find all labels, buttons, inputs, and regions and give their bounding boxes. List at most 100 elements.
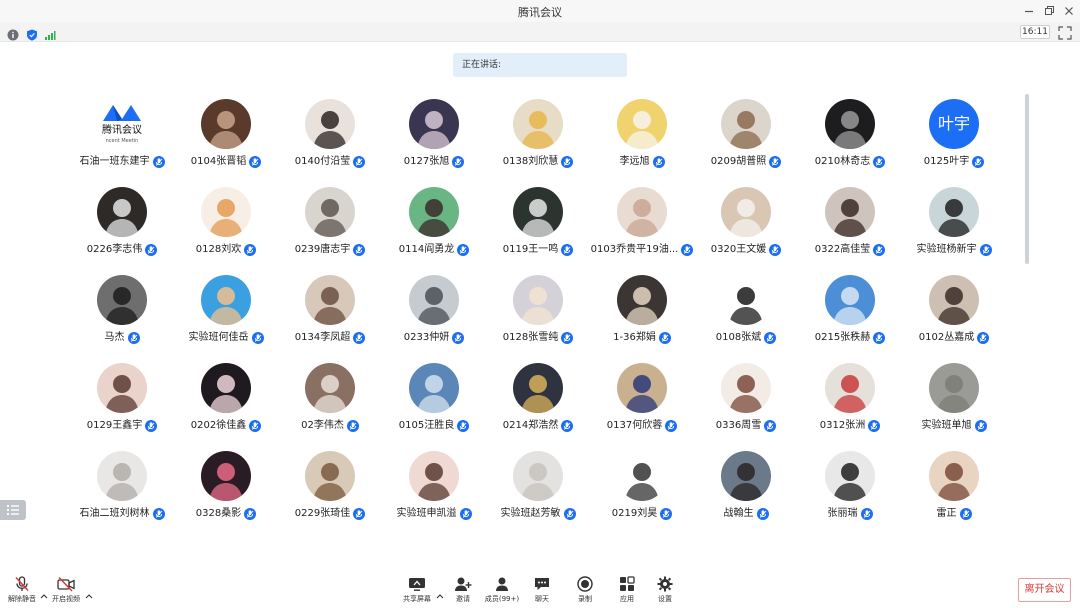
participant-name: 马杰 <box>104 332 125 343</box>
participant-name: 0105汪胜良 <box>398 420 455 431</box>
participant-tile[interactable]: 0210林奇志 <box>798 99 902 175</box>
participant-tile[interactable]: 0336周雪 <box>694 363 798 439</box>
participant-tile[interactable]: 0138刘欣慧 <box>486 99 590 175</box>
participant-tile[interactable]: 0119王一鸣 <box>486 187 590 263</box>
avatar <box>617 99 667 149</box>
participant-tile[interactable]: 1-36郑娟 <box>590 275 694 351</box>
participant-tile[interactable]: 实验班杨新宇 <box>902 187 1006 263</box>
participant-tile[interactable]: 实验班申凯溢 <box>382 451 486 527</box>
record-button[interactable]: 录制 <box>565 576 605 606</box>
info-icon[interactable] <box>7 26 19 41</box>
participant-tile[interactable]: 0312张洲 <box>798 363 902 439</box>
participant-tile[interactable]: 0103乔贵平19油... <box>590 187 694 263</box>
unmute-button[interactable]: 解除静音 <box>2 576 42 606</box>
participant-tile[interactable]: 李远旭 <box>590 99 694 175</box>
avatar <box>409 187 459 237</box>
participant-name-row: 0114阎勇龙 <box>376 243 492 257</box>
avatar <box>929 275 979 325</box>
participant-name-row: 0105汪胜良 <box>376 419 492 433</box>
members-button[interactable]: 成员(99+) <box>482 576 522 606</box>
participant-tile[interactable]: 02李伟杰 <box>278 363 382 439</box>
participant-name: 0102丛嘉成 <box>918 332 975 343</box>
avatar <box>201 187 251 237</box>
participant-tile[interactable]: 0214郑浩然 <box>486 363 590 439</box>
participant-tile[interactable]: 0128刘欢 <box>174 187 278 263</box>
mic-muted-icon <box>652 156 665 168</box>
signal-icon[interactable] <box>44 26 56 40</box>
participant-tile[interactable]: 0104张晋韬 <box>174 99 278 175</box>
list-toggle-button[interactable] <box>0 500 26 520</box>
participant-tile[interactable]: 实验班单旭 <box>902 363 1006 439</box>
shield-icon[interactable] <box>26 26 38 41</box>
apps-button[interactable]: 应用 <box>607 576 647 606</box>
participant-tile[interactable]: 0219刘昊 <box>590 451 694 527</box>
leave-meeting-button[interactable]: 离开会议 <box>1018 578 1071 602</box>
close-icon[interactable] <box>1061 3 1077 19</box>
chat-label: 聊天 <box>535 595 549 603</box>
avatar <box>825 451 875 501</box>
video-options-chevron-icon[interactable] <box>85 584 93 599</box>
participant-name: 0215张秩赫 <box>814 332 871 343</box>
chat-button[interactable]: 聊天 <box>522 576 562 606</box>
participant-tile[interactable]: 0128张雪纯 <box>486 275 590 351</box>
participant-tile[interactable]: 实验班赵芳敏 <box>486 451 590 527</box>
participant-tile[interactable]: 0127张旭 <box>382 99 486 175</box>
participant-tile[interactable]: 0233仲妍 <box>382 275 486 351</box>
participant-tile[interactable]: 实验班何佳岳 <box>174 275 278 351</box>
window-title: 腾讯会议 <box>518 6 562 19</box>
restore-icon[interactable] <box>1041 3 1057 19</box>
participant-tile[interactable]: 战翰生 <box>694 451 798 527</box>
participant-tile[interactable]: 0129王鑫宇 <box>70 363 174 439</box>
meeting-clock: 16:11 <box>1020 25 1050 39</box>
participant-tile[interactable]: 0202徐佳鑫 <box>174 363 278 439</box>
participant-tile[interactable]: 0114阎勇龙 <box>382 187 486 263</box>
participant-tile[interactable]: 马杰 <box>70 275 174 351</box>
mic-muted-icon <box>561 244 574 256</box>
participant-tile[interactable]: 石油二班刘树林 <box>70 451 174 527</box>
camera-off-icon <box>57 576 75 592</box>
participant-name-row: 0125叶宇 <box>896 155 1012 169</box>
start-video-button[interactable]: 开启视频 <box>46 576 86 606</box>
avatar <box>305 99 355 149</box>
participant-tile[interactable]: 0137何欣蓉 <box>590 363 694 439</box>
participant-tile[interactable]: 0102丛嘉成 <box>902 275 1006 351</box>
invite-button[interactable]: 邀请 <box>443 576 483 606</box>
minimize-icon[interactable] <box>1021 3 1037 19</box>
participant-name-row: 实验班申凯溢 <box>376 507 492 521</box>
grid-scrollbar[interactable] <box>1025 94 1029 264</box>
participant-name: 实验班杨新宇 <box>916 244 977 255</box>
participant-name-row: 0103乔贵平19油... <box>584 243 700 257</box>
record-icon <box>577 576 593 592</box>
participant-tile[interactable]: 0239唐志宇 <box>278 187 382 263</box>
mic-muted-icon <box>353 156 366 168</box>
settings-button[interactable]: 设置 <box>645 576 685 606</box>
fullscreen-icon[interactable] <box>1058 25 1072 40</box>
participant-name: 0138刘欣慧 <box>502 156 559 167</box>
start-video-label: 开启视频 <box>52 595 80 603</box>
mic-muted-icon <box>452 156 465 168</box>
participant-tile[interactable]: 0105汪胜良 <box>382 363 486 439</box>
participant-tile[interactable]: 0229张琦佳 <box>278 451 382 527</box>
participant-tile[interactable]: 雷正 <box>902 451 1006 527</box>
participant-tile[interactable]: 张丽瑞 <box>798 451 902 527</box>
participant-tile[interactable]: 0322高佳莹 <box>798 187 902 263</box>
share-screen-button[interactable]: 共享屏幕 <box>397 576 437 606</box>
participant-tile[interactable]: 0140付沿莹 <box>278 99 382 175</box>
participant-tile[interactable]: 腾讯会议 ncent Meetin 石油一班东建宇 <box>70 99 174 175</box>
participant-name: 0128张雪纯 <box>502 332 559 343</box>
participant-name-row: 0322高佳莹 <box>792 243 908 257</box>
participant-tile[interactable]: 0328桑影 <box>174 451 278 527</box>
participant-name: 石油一班东建宇 <box>79 156 150 167</box>
avatar <box>305 275 355 325</box>
participant-name-row: 0233仲妍 <box>376 331 492 345</box>
participant-name-row: 0134李凤超 <box>272 331 388 345</box>
participant-tile[interactable]: 0108张斌 <box>694 275 798 351</box>
participant-name-row: 0129王鑫宇 <box>64 419 180 433</box>
settings-label: 设置 <box>658 595 672 603</box>
participant-tile[interactable]: 叶宇 0125叶宇 <box>902 99 1006 175</box>
participant-tile[interactable]: 0209胡普照 <box>694 99 798 175</box>
participant-tile[interactable]: 0226李志伟 <box>70 187 174 263</box>
participant-tile[interactable]: 0320王文媛 <box>694 187 798 263</box>
participant-tile[interactable]: 0134李凤超 <box>278 275 382 351</box>
participant-tile[interactable]: 0215张秩赫 <box>798 275 902 351</box>
